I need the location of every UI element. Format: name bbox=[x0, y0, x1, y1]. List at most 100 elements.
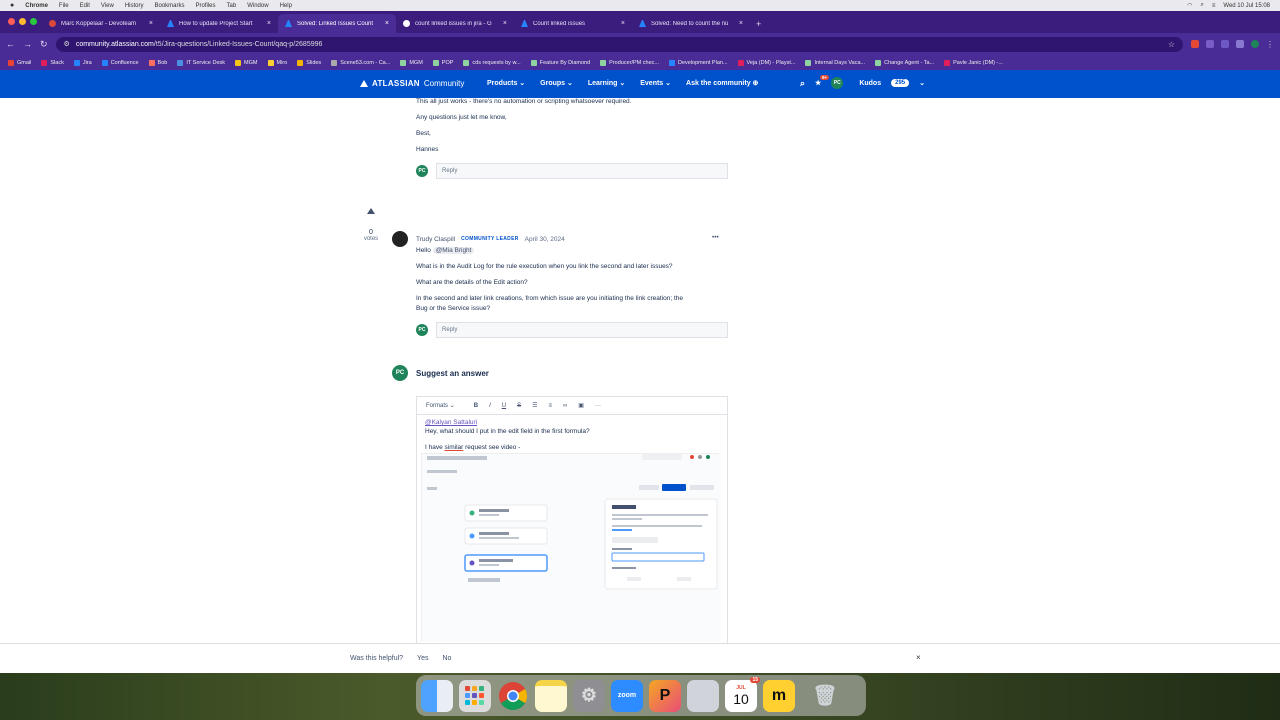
underline-button[interactable]: U bbox=[502, 403, 506, 409]
site-info-icon[interactable]: ⚙ bbox=[64, 40, 70, 48]
atlassian-logo[interactable]: ATLASSIAN Community bbox=[360, 79, 464, 88]
menubar-clock[interactable]: Wed 10 Jul 15:08 bbox=[1223, 3, 1270, 9]
bookmark-item[interactable]: cds requests by w... bbox=[463, 59, 521, 66]
extension-icon[interactable] bbox=[1191, 40, 1199, 48]
address-bar[interactable]: ⚙ community.atlassian.com/t5/Jira-questi… bbox=[55, 36, 1183, 52]
profile-avatar-icon[interactable] bbox=[1251, 40, 1259, 48]
extension-icon[interactable] bbox=[1206, 40, 1214, 48]
bookmark-item[interactable]: Internal Days Vaca... bbox=[805, 59, 865, 66]
preview-icon[interactable] bbox=[687, 679, 719, 712]
new-tab-button[interactable]: + bbox=[750, 14, 767, 33]
kudos-label[interactable]: Kudos bbox=[859, 80, 881, 87]
calendar-icon[interactable]: JUL 10 15 bbox=[725, 676, 760, 712]
bookmark-item[interactable]: Confluence bbox=[101, 59, 139, 66]
bookmark-item[interactable]: Change Agent - Ta... bbox=[875, 59, 934, 66]
wifi-icon[interactable]: ◠ bbox=[1187, 2, 1192, 9]
upvote-icon[interactable] bbox=[367, 208, 375, 214]
pycharm-icon[interactable]: P bbox=[649, 679, 681, 712]
search-icon[interactable]: ⌕ bbox=[800, 78, 805, 89]
ask-community-link[interactable]: Ask the community ⊕ bbox=[686, 79, 758, 87]
control-center-icon[interactable]: ≡ bbox=[1212, 3, 1216, 9]
chevron-down-icon[interactable]: ⌄ bbox=[919, 79, 925, 87]
menubar-edit[interactable]: Edit bbox=[80, 3, 90, 9]
image-icon[interactable]: ▣ bbox=[578, 402, 584, 409]
close-tab-icon[interactable]: × bbox=[503, 20, 507, 27]
close-tab-icon[interactable]: × bbox=[739, 20, 743, 27]
menubar-history[interactable]: History bbox=[125, 3, 144, 9]
browser-tab[interactable]: Solved: Need to count the nu × bbox=[632, 14, 750, 33]
kebab-menu-icon[interactable]: ⋮ bbox=[1266, 40, 1274, 49]
browser-tab[interactable]: How to update Project Start × bbox=[160, 14, 278, 33]
strikethrough-button[interactable]: S bbox=[517, 403, 521, 409]
more-actions-icon[interactable]: ••• bbox=[712, 234, 719, 241]
feedback-yes-button[interactable]: Yes bbox=[417, 655, 428, 662]
menubar-profiles[interactable]: Profiles bbox=[196, 3, 216, 9]
menubar-view[interactable]: View bbox=[101, 3, 114, 9]
close-icon[interactable]: × bbox=[916, 653, 921, 662]
author-name[interactable]: Trudy Claspill bbox=[416, 236, 455, 243]
bookmark-item[interactable]: POP bbox=[432, 59, 453, 66]
menubar-window[interactable]: Window bbox=[247, 3, 268, 9]
nav-learning[interactable]: Learning ⌄ bbox=[588, 79, 625, 87]
bookmark-item[interactable]: IT Service Desk bbox=[177, 59, 225, 66]
apple-icon[interactable]: ● bbox=[10, 2, 14, 9]
bold-button[interactable]: B bbox=[474, 403, 478, 409]
browser-tab[interactable]: Count linked issues × bbox=[514, 14, 632, 33]
italic-button[interactable]: I bbox=[489, 403, 491, 409]
bookmark-item[interactable]: Scene53.com - Ca... bbox=[331, 59, 390, 66]
search-icon[interactable]: ⌕ bbox=[1201, 2, 1204, 9]
puzzle-icon[interactable] bbox=[1236, 40, 1244, 48]
bookmark-item[interactable]: Slides bbox=[297, 59, 321, 66]
feedback-no-button[interactable]: No bbox=[442, 655, 451, 662]
reply-input[interactable]: Reply bbox=[436, 163, 728, 179]
close-tab-icon[interactable]: × bbox=[385, 20, 389, 27]
back-icon[interactable]: ← bbox=[6, 39, 15, 49]
bookmark-item[interactable]: Feature By Diamond bbox=[530, 59, 590, 66]
bookmark-item[interactable]: Producer/PM chec... bbox=[600, 59, 659, 66]
author-avatar[interactable] bbox=[392, 231, 408, 247]
minimize-window-icon[interactable] bbox=[19, 18, 26, 25]
user-avatar[interactable]: PC bbox=[831, 77, 844, 89]
more-options-icon[interactable]: ··· bbox=[595, 403, 601, 409]
bookmark-item[interactable]: Miro bbox=[267, 59, 287, 66]
browser-tab[interactable]: Marc Koppelaar - Devoteam × bbox=[42, 14, 160, 33]
trash-icon[interactable]: 🗑 bbox=[809, 680, 841, 712]
bookmark-item[interactable]: MGM bbox=[235, 59, 258, 66]
close-tab-icon[interactable]: × bbox=[267, 20, 271, 27]
reply-input[interactable]: Reply bbox=[436, 322, 728, 338]
miro-icon[interactable]: m bbox=[763, 679, 795, 712]
menubar-tab[interactable]: Tab bbox=[227, 3, 237, 9]
bookmark-item[interactable]: Veja (DM) - Playst... bbox=[737, 59, 795, 66]
extension-icon[interactable] bbox=[1221, 40, 1229, 48]
nav-products[interactable]: Products ⌄ bbox=[487, 79, 525, 87]
bookmark-item[interactable]: Jira bbox=[73, 59, 92, 66]
zoom-window-icon[interactable] bbox=[30, 18, 37, 25]
launchpad-icon[interactable] bbox=[459, 679, 491, 712]
bullet-list-icon[interactable]: ☰ bbox=[532, 402, 537, 409]
browser-tab[interactable]: count linked issues in jira - G × bbox=[396, 14, 514, 33]
bookmark-item[interactable]: Gmail bbox=[8, 59, 31, 66]
user-mention[interactable]: @Mia Bright bbox=[432, 247, 475, 254]
system-settings-icon[interactable]: ⚙ bbox=[573, 679, 605, 712]
menubar-bookmarks[interactable]: Bookmarks bbox=[155, 3, 185, 9]
bookmark-item[interactable]: Bob bbox=[148, 59, 167, 66]
forward-icon[interactable]: → bbox=[23, 39, 32, 49]
nav-events[interactable]: Events ⌄ bbox=[640, 79, 671, 87]
bookmark-star-icon[interactable]: ☆ bbox=[1168, 40, 1175, 49]
reload-icon[interactable]: ↻ bbox=[40, 39, 48, 50]
close-tab-icon[interactable]: × bbox=[621, 20, 625, 27]
menubar-app-name[interactable]: Chrome bbox=[25, 3, 48, 9]
link-icon[interactable]: ∞ bbox=[563, 403, 567, 409]
close-tab-icon[interactable]: × bbox=[149, 20, 153, 27]
close-window-icon[interactable] bbox=[8, 18, 15, 25]
chrome-icon[interactable] bbox=[497, 680, 529, 712]
menubar-file[interactable]: File bbox=[59, 3, 69, 9]
bookmark-item[interactable]: Development Plan... bbox=[669, 59, 728, 66]
finder-icon[interactable] bbox=[421, 679, 453, 712]
editor-body[interactable]: @Kalyan Sattaluri Hey, what should I put… bbox=[417, 415, 727, 457]
zoom-icon[interactable]: zoom bbox=[611, 679, 643, 712]
user-mention[interactable]: @Kalyan Sattaluri bbox=[425, 419, 719, 428]
bookmark-item[interactable]: Pavle Janic (DM) -... bbox=[944, 59, 1003, 66]
menubar-help[interactable]: Help bbox=[280, 3, 292, 9]
bookmark-item[interactable]: MGM bbox=[400, 59, 423, 66]
